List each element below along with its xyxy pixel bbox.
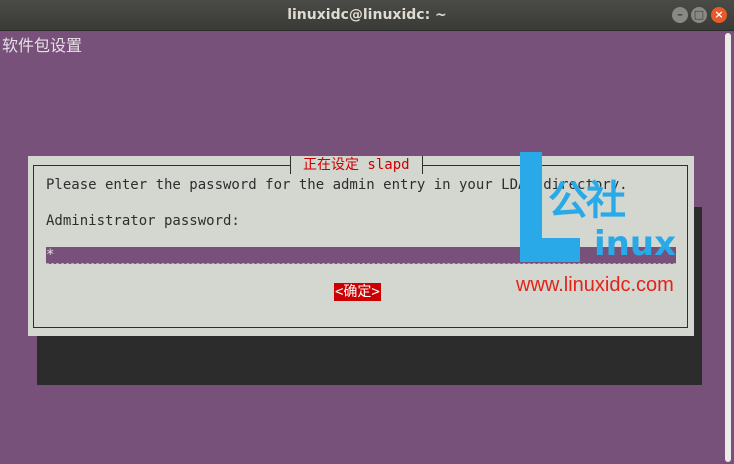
password-label: Administrator password: (46, 213, 240, 229)
scrollbar-thumb[interactable] (725, 33, 731, 462)
ok-button[interactable]: <确定> (334, 283, 381, 301)
window-title: linuxidc@linuxidc: ~ (287, 7, 447, 23)
title-bar[interactable]: linuxidc@linuxidc: ~ – □ × (0, 0, 734, 31)
terminal-window: linuxidc@linuxidc: ~ – □ × 软件包设置 正在设定 sl… (0, 0, 734, 464)
logo-l-horizontal (520, 238, 580, 262)
minimize-icon[interactable]: – (672, 7, 688, 23)
dialog-title: 正在设定 slapd (290, 156, 423, 174)
maximize-icon[interactable]: □ (691, 7, 707, 23)
package-config-header: 软件包设置 (2, 36, 83, 55)
logo-inux-text: inux (594, 224, 676, 264)
password-input[interactable]: * (46, 247, 676, 264)
logo-cn-text: 公社 (548, 178, 626, 224)
scrollbar[interactable] (722, 31, 734, 464)
logo-l-vertical (520, 152, 542, 252)
close-icon[interactable]: × (711, 7, 727, 23)
watermark-url: www.linuxidc.com (516, 274, 674, 296)
